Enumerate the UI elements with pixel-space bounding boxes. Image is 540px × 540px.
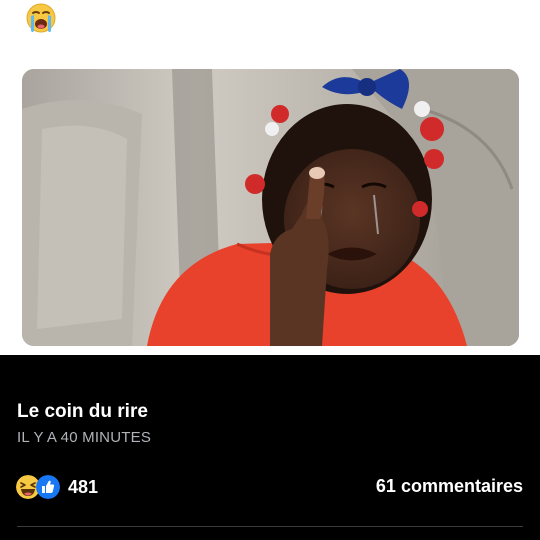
post-content [0, 0, 540, 355]
post-timestamp: IL Y A 40 MINUTES [17, 429, 152, 446]
post-footer: Le coin du rire IL Y A 40 MINUTES 481 61… [0, 355, 540, 540]
page-name[interactable]: Le coin du rire [17, 401, 148, 423]
comments-count-link[interactable]: 61 commentaires [376, 476, 523, 497]
like-reaction-icon [36, 475, 60, 499]
post-photo[interactable] [22, 69, 519, 346]
reaction-count: 481 [68, 476, 99, 497]
crying-child-photo [22, 69, 519, 346]
reactions-summary[interactable]: 481 [16, 475, 98, 499]
divider [17, 526, 523, 527]
loudly-crying-face-icon [26, 3, 56, 33]
